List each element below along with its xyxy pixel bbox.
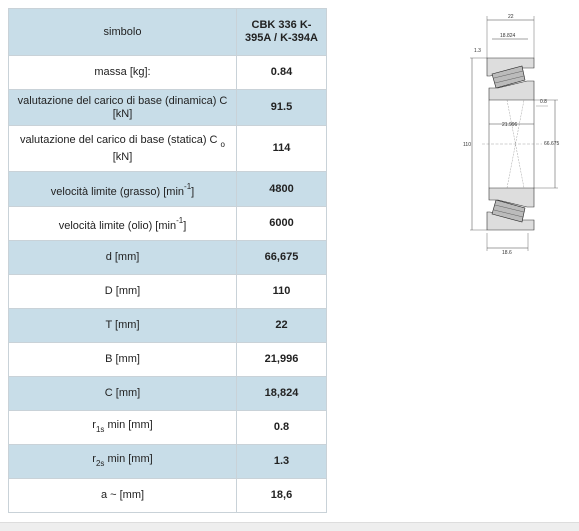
bearing-technical-drawing: 22 18.824 1.3 110 0.8 21.996 66.675 18.6	[463, 14, 560, 256]
row-label: valutazione del carico di base (dinamica…	[8, 89, 237, 126]
dim-label-T: 22	[508, 14, 514, 20]
row-label: r2s min [mm]	[8, 444, 237, 479]
table-header-row: simbolo CBK 336 K-395A / K-394A	[8, 8, 327, 56]
table-row: massa [kg]: 0.84	[8, 55, 327, 90]
row-label-tail: ]	[191, 185, 195, 198]
row-label: a ~ [mm]	[8, 478, 237, 513]
row-label: r1s min [mm]	[8, 410, 237, 445]
dim-label-r2: 1.3	[474, 48, 481, 54]
row-label-tail: min [mm]	[107, 419, 153, 431]
row-label: velocità limite (olio) [min-1]	[8, 206, 237, 241]
row-value: 21,996	[236, 342, 327, 377]
table-row: valutazione del carico di base (dinamica…	[8, 89, 327, 126]
row-label: D [mm]	[8, 274, 237, 309]
table-row: velocità limite (grasso) [min-1] 4800	[8, 171, 327, 207]
table-row: valutazione del carico di base (statica)…	[8, 125, 327, 172]
row-value: 114	[236, 125, 327, 172]
row-label: T [mm]	[8, 308, 237, 343]
row-label-tail: min [mm]	[107, 453, 153, 465]
table-row: D [mm] 110	[8, 274, 327, 309]
row-value: 18,824	[236, 376, 327, 411]
table-row: r2s min [mm] 1.3	[8, 444, 327, 479]
row-label: B [mm]	[8, 342, 237, 377]
row-label-sub: o	[220, 139, 225, 149]
row-label-main: velocità limite (olio) [min	[58, 220, 177, 232]
row-value: 22	[236, 308, 327, 343]
table-row: T [mm] 22	[8, 308, 327, 343]
row-label-sub: 2s	[95, 459, 105, 468]
row-label: massa [kg]:	[8, 55, 237, 90]
bottom-strip	[0, 522, 579, 531]
row-label-sub: 1s	[95, 425, 105, 434]
header-product-code: CBK 336 K-395A / K-394A	[236, 8, 327, 56]
dim-label-D: 110	[463, 142, 471, 148]
row-label: valutazione del carico di base (statica)…	[8, 125, 237, 172]
row-value: 0.8	[236, 410, 327, 445]
row-label-main: valutazione del carico di base (statica)…	[20, 133, 218, 146]
dim-label-C: 18.824	[500, 33, 516, 39]
row-value: 0.84	[236, 55, 327, 90]
row-value: 4800	[236, 171, 327, 207]
table-row: r1s min [mm] 0.8	[8, 410, 327, 445]
row-label: d [mm]	[8, 240, 237, 275]
table-row: B [mm] 21,996	[8, 342, 327, 377]
row-value: 110	[236, 274, 327, 309]
table-row: velocità limite (olio) [min-1] 6000	[8, 206, 327, 241]
row-label: velocità limite (grasso) [min-1]	[8, 171, 237, 207]
row-label-main: velocità limite (grasso) [min	[50, 185, 185, 198]
row-value: 18,6	[236, 478, 327, 513]
row-value: 91.5	[236, 89, 327, 126]
table-row: C [mm] 18,824	[8, 376, 327, 411]
row-label: C [mm]	[8, 376, 237, 411]
dim-label-a: 18.6	[502, 250, 512, 256]
row-value: 6000	[236, 206, 327, 241]
dim-label-B: 21.996	[502, 122, 518, 128]
row-value: 66,675	[236, 240, 327, 275]
dim-label-d: 66.675	[544, 141, 560, 147]
product-spec-page: simbolo CBK 336 K-395A / K-394A massa [k…	[0, 0, 579, 531]
bearing-spec-table: simbolo CBK 336 K-395A / K-394A massa [k…	[8, 8, 327, 513]
table-row: d [mm] 66,675	[8, 240, 327, 275]
row-label-tail: ]	[183, 220, 187, 232]
header-label: simbolo	[8, 8, 237, 56]
row-label-tail: [kN]	[112, 150, 133, 163]
table-row: a ~ [mm] 18,6	[8, 478, 327, 513]
row-value: 1.3	[236, 444, 327, 479]
